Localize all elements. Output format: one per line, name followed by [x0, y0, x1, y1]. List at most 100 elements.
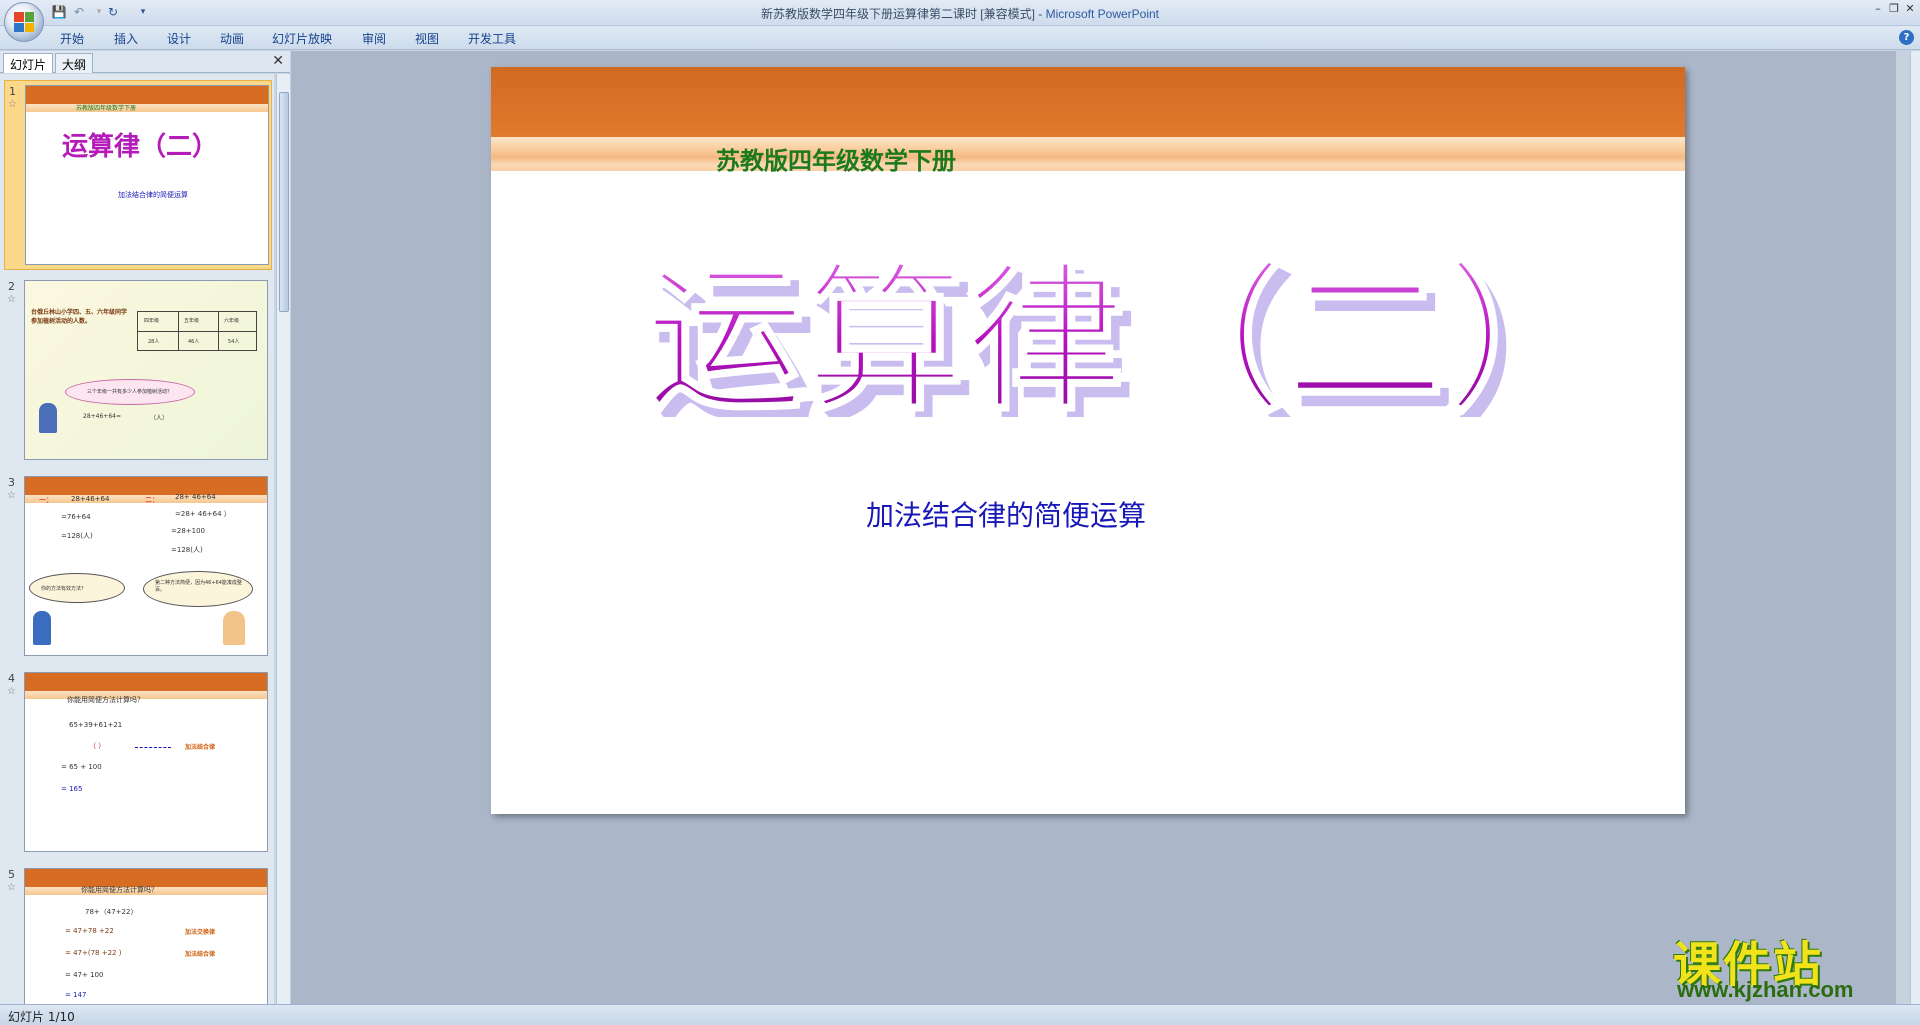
thumbnail-canvas: 台俄丘林山小学四、五、六年级同学参加植树活动的人数。 四年级 五年级 六年级 2… [24, 280, 268, 460]
office-logo-icon [14, 12, 34, 32]
pane-tabs: 幻灯片 大纲 ✕ [0, 51, 290, 73]
thumbnail-text: =28+100 [171, 527, 205, 535]
document-title: 新苏教版数学四年级下册运算律第二课时 [兼容模式] - [760, 7, 1046, 21]
current-slide[interactable]: 苏教版四年级数学下册 运算律（二） 运算律（二） 加法结合律的简便运算 [491, 67, 1685, 814]
tab-insert[interactable]: 插入 [114, 30, 138, 47]
tab-animations[interactable]: 动画 [220, 30, 244, 47]
slide-stripe-band [491, 137, 1685, 171]
thumbnail-text: 四年级 [144, 318, 160, 324]
thumbnail-text: 78+（47+22） [85, 908, 138, 916]
thumbnail-text: （ ） [89, 742, 106, 750]
slide-thumbnail-3[interactable]: 3 ☆ 一： 28+46+64 =76+64 =128(人) 二： 28+ 46… [4, 472, 272, 662]
close-pane-icon[interactable]: ✕ [272, 53, 284, 69]
thumbnail-canvas: 苏教版四年级数学下册 运算律（二） 加法结合律的简便运算 [25, 85, 269, 265]
thumbnail-text: 运算律（二） [62, 132, 219, 162]
thumbnail-text: 三个年级一共有多少人参加植树活动？ [87, 389, 173, 395]
thumbnail-text: 第二种方法简便，因为46+64能凑成整百。 [155, 580, 242, 593]
thumbnail-text: 苏教版四年级数学下册 [76, 105, 137, 112]
cartoon-girl-icon [223, 611, 245, 645]
slide-title[interactable]: 运算律（二） 运算律（二） [641, 217, 1681, 418]
slide-thumbnail-2[interactable]: 2 ☆ 台俄丘林山小学四、五、六年级同学参加植树活动的人数。 四年级 五年级 六… [4, 276, 272, 466]
thumbnail-text: =28+ 46+64 ） [175, 510, 231, 518]
scrollbar-thumb[interactable] [279, 92, 289, 312]
slide-header[interactable]: 苏教版四年级数学下册 [716, 141, 956, 176]
close-icon[interactable]: ✕ [1902, 2, 1918, 16]
thumbnail-text: 28+ 46+64 [175, 493, 216, 501]
thumbnail-text: 你能用简便方法计算吗？ [81, 886, 158, 894]
ribbon-tabs: 开始 插入 设计 动画 幻灯片放映 审阅 视图 开发工具 ? [0, 26, 1920, 50]
slide-editing-area: 苏教版四年级数学下册 运算律（二） 运算律（二） 加法结合律的简便运算 [291, 51, 1896, 1004]
thumbnail-text: 28+46+64= [83, 413, 121, 420]
thumbnail-text: = 47+(78 +22 ) [65, 949, 122, 957]
thumbnail-text: 46人 [188, 339, 200, 345]
help-icon[interactable]: ? [1899, 30, 1914, 45]
slide-subtitle[interactable]: 加法结合律的简便运算 [866, 494, 1146, 534]
tab-home[interactable]: 开始 [60, 30, 84, 47]
thumbnail-canvas: 一： 28+46+64 =76+64 =128(人) 二： 28+ 46+64 … [24, 476, 268, 656]
cartoon-boy-icon [33, 611, 51, 645]
thumbnail-text: 六年级 [224, 318, 240, 324]
thumbnail-text: 加法结合律 [185, 744, 216, 751]
transition-icon: ☆ [7, 294, 16, 305]
thumbnail-text: 54人 [228, 339, 240, 345]
restore-icon[interactable]: ❐ [1886, 2, 1902, 16]
thumbnail-text: 28人 [148, 339, 160, 345]
thumbnail-text: = 147 [65, 991, 87, 999]
tab-slideshow[interactable]: 幻灯片放映 [272, 30, 332, 47]
watermark-url: www.kjzhan.com [1677, 977, 1854, 1002]
slide-thumbnail-5[interactable]: 5 ☆ 你能用简便方法计算吗？ 78+（47+22） = 47+78 +22 加… [4, 864, 272, 1004]
transition-icon: ☆ [7, 686, 16, 697]
thumbnail-text: 你的方法有效方法？ [41, 586, 87, 592]
status-bar: 幻灯片 1/10 [0, 1004, 1920, 1025]
thumbnail-table: 四年级 五年级 六年级 28人 46人 54人 [137, 311, 257, 351]
slides-pane: 幻灯片 大纲 ✕ 1 ☆ 苏教版四年级数学下册 运算律（二） 加法结合律的简便运… [0, 51, 290, 1004]
transition-icon: ☆ [7, 882, 16, 893]
app-name: Microsoft PowerPoint [1045, 7, 1160, 21]
tab-view[interactable]: 视图 [415, 30, 439, 47]
thumbnail-canvas: 你能用简便方法计算吗？ 78+（47+22） = 47+78 +22 加法交换律… [24, 868, 268, 1004]
thumbnail-number: 4 [8, 672, 15, 685]
thumbnail-canvas: 你能用简便方法计算吗？ 65+39+61+21 （ ） 加法结合律 = 65 +… [24, 672, 268, 852]
slide-thumbnail-1[interactable]: 1 ☆ 苏教版四年级数学下册 运算律（二） 加法结合律的简便运算 [4, 80, 272, 270]
slide-counter: 幻灯片 1/10 [8, 1010, 75, 1024]
thumbnail-text: 二： [145, 496, 159, 504]
thumbnail-text: 加法交换律 [185, 929, 216, 936]
slide-title-text: 运算律（二） [645, 246, 1605, 417]
thumbnail-text: 五年级 [184, 318, 200, 324]
thumbnail-text: 加法结合律 [185, 951, 216, 958]
minimize-icon[interactable]: – [1870, 2, 1886, 16]
thumbnail-text: 一： [39, 496, 53, 504]
powerpoint-window: 💾 ↶ ▾ ↻ ▾ 新苏教版数学四年级下册运算律第二课时 [兼容模式] - Mi… [0, 0, 1920, 1025]
thumbnail-text: = 65 + 100 [61, 763, 102, 771]
title-bar: 💾 ↶ ▾ ↻ ▾ 新苏教版数学四年级下册运算律第二课时 [兼容模式] - Mi… [0, 0, 1920, 42]
slide-scrollbar[interactable] [1910, 51, 1920, 1004]
tab-slides[interactable]: 幻灯片 [3, 53, 54, 73]
thumbnail-text: 65+39+61+21 [69, 721, 123, 729]
transition-icon: ☆ [8, 99, 17, 110]
thumbnail-text: =128(人) [61, 532, 93, 540]
tab-review[interactable]: 审阅 [362, 30, 386, 47]
transition-icon: ☆ [7, 490, 16, 501]
thumbnail-text: = 47+78 +22 [65, 927, 114, 935]
thumbnail-text: = 165 [61, 785, 83, 793]
tab-design[interactable]: 设计 [167, 30, 191, 47]
watermark-logo: 课件站 www.kjzhan.com [1665, 925, 1890, 1005]
tab-developer[interactable]: 开发工具 [468, 30, 516, 47]
thumbnail-number: 3 [8, 476, 15, 489]
tab-outline[interactable]: 大纲 [55, 53, 94, 73]
office-button[interactable] [4, 2, 44, 42]
slide-orange-band [491, 67, 1685, 137]
thumbnail-text: 台俄丘林山小学四、五、六年级同学参加植树活动的人数。 [31, 309, 128, 325]
thumbnail-text: （人） [150, 415, 169, 422]
window-title: 新苏教版数学四年级下册运算律第二课时 [兼容模式] - Microsoft Po… [0, 5, 1920, 22]
thumbnail-number: 5 [8, 868, 15, 881]
thumbnail-text: 加法结合律的简便运算 [118, 191, 188, 199]
thumbnail-scrollbar[interactable] [276, 74, 290, 1004]
slide-thumbnail-4[interactable]: 4 ☆ 你能用简便方法计算吗？ 65+39+61+21 （ ） 加法结合律 = … [4, 668, 272, 858]
cartoon-child-icon [39, 403, 57, 433]
thumbnail-text: = 47+ 100 [65, 971, 104, 979]
thumbnail-number: 1 [9, 85, 16, 98]
thumbnail-text: =128(人) [171, 546, 203, 554]
thumbnail-text: =76+64 [61, 513, 91, 521]
thumbnail-number: 2 [8, 280, 15, 293]
